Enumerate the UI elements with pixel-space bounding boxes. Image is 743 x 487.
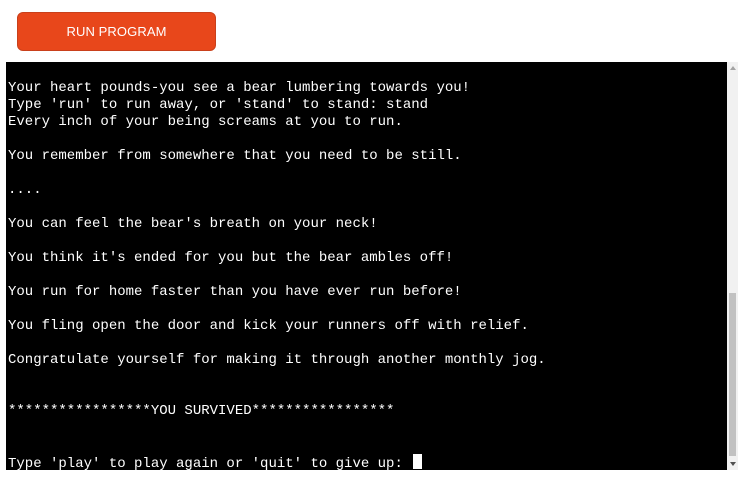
vertical-scrollbar[interactable] xyxy=(727,62,738,470)
terminal-line: Type 'run' to run away, or 'stand' to st… xyxy=(8,97,429,113)
terminal-line: .... xyxy=(8,182,42,198)
scroll-up-arrow-icon[interactable] xyxy=(727,62,738,74)
terminal-line: Every inch of your being screams at you … xyxy=(8,114,403,130)
terminal-line: You remember from somewhere that you nee… xyxy=(8,148,462,164)
terminal-line: *****************YOU SURVIVED***********… xyxy=(8,403,395,419)
scroll-down-arrow-icon[interactable] xyxy=(727,458,738,470)
terminal-prompt-text: Type 'play' to play again or 'quit' to g… xyxy=(8,456,412,470)
page: RUN PROGRAM Your heart pounds-you see a … xyxy=(0,0,743,487)
scroll-thumb[interactable] xyxy=(729,293,736,456)
terminal-line: You think it's ended for you but the bea… xyxy=(8,250,454,266)
terminal-line: You can feel the bear's breath on your n… xyxy=(8,216,378,232)
terminal-line: Your heart pounds-you see a bear lumberi… xyxy=(8,80,471,96)
run-program-label: RUN PROGRAM xyxy=(66,24,167,39)
terminal-line: You fling open the door and kick your ru… xyxy=(8,318,529,334)
terminal-line: You run for home faster than you have ev… xyxy=(8,284,462,300)
terminal-output[interactable]: Your heart pounds-you see a bear lumberi… xyxy=(6,62,727,470)
terminal-prompt-line: Type 'play' to play again or 'quit' to g… xyxy=(8,454,423,470)
run-program-button[interactable]: RUN PROGRAM xyxy=(17,12,216,51)
terminal-line: Congratulate yourself for making it thro… xyxy=(8,352,546,368)
terminal-cursor[interactable] xyxy=(413,454,423,469)
